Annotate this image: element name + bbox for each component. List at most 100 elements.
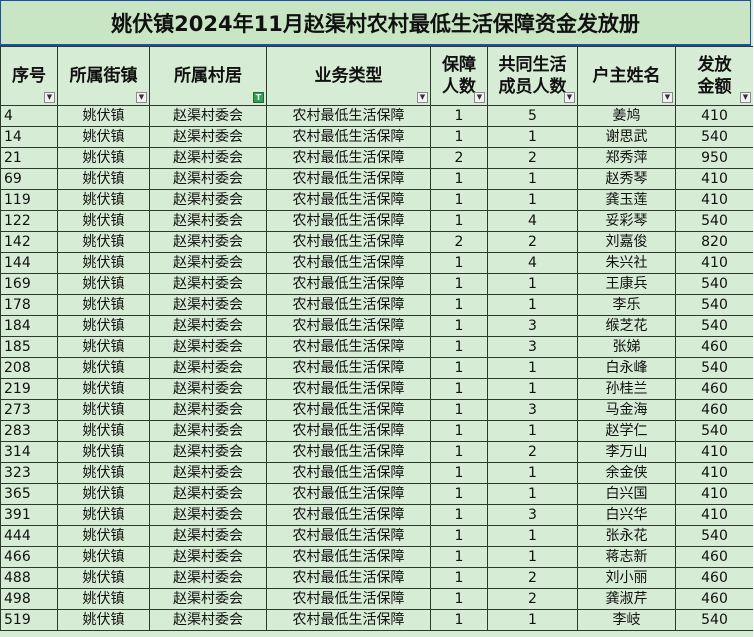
cell-household-members[interactable]: 3 <box>487 315 578 337</box>
cell-town[interactable]: 姚伏镇 <box>57 399 150 421</box>
cell-household-members[interactable]: 1 <box>487 525 578 547</box>
cell-protected-count[interactable]: 1 <box>430 483 488 505</box>
cell-head-name[interactable]: 赵学仁 <box>577 420 676 442</box>
cell-amount[interactable]: 410 <box>675 441 753 463</box>
cell-business-type[interactable]: 农村最低生活保障 <box>266 189 431 211</box>
cell-business-type[interactable]: 农村最低生活保障 <box>266 420 431 442</box>
cell-business-type[interactable]: 农村最低生活保障 <box>266 315 431 337</box>
cell-village[interactable]: 赵渠村委会 <box>149 462 267 484</box>
cell-amount[interactable]: 410 <box>675 168 753 190</box>
cell-village[interactable]: 赵渠村委会 <box>149 525 267 547</box>
cell-village[interactable]: 赵渠村委会 <box>149 399 267 421</box>
cell-amount[interactable]: 540 <box>675 357 753 379</box>
cell-amount[interactable]: 950 <box>675 147 753 169</box>
cell-head-name[interactable]: 白永峰 <box>577 357 676 379</box>
cell-head-name[interactable]: 缑芝花 <box>577 315 676 337</box>
cell-head-name[interactable]: 余金侠 <box>577 462 676 484</box>
cell-protected-count[interactable]: 1 <box>430 420 488 442</box>
cell-town[interactable]: 姚伏镇 <box>57 147 150 169</box>
cell-head-name[interactable]: 谢思武 <box>577 126 676 148</box>
cell-head-name[interactable]: 刘嘉俊 <box>577 231 676 253</box>
cell-head-name[interactable]: 李万山 <box>577 441 676 463</box>
cell-household-members[interactable]: 2 <box>487 231 578 253</box>
cell-head-name[interactable]: 妥彩琴 <box>577 210 676 232</box>
cell-business-type[interactable]: 农村最低生活保障 <box>266 147 431 169</box>
cell-amount[interactable]: 540 <box>675 609 753 631</box>
cell-town[interactable]: 姚伏镇 <box>57 210 150 232</box>
cell-head-name[interactable]: 姜鸠 <box>577 105 676 127</box>
cell-index[interactable]: 273 <box>0 399 58 421</box>
cell-amount[interactable]: 540 <box>675 420 753 442</box>
cell-protected-count[interactable]: 1 <box>430 357 488 379</box>
cell-town[interactable]: 姚伏镇 <box>57 189 150 211</box>
cell-head-name[interactable]: 孙桂兰 <box>577 378 676 400</box>
cell-amount[interactable]: 540 <box>675 126 753 148</box>
cell-index[interactable]: 208 <box>0 357 58 379</box>
cell-head-name[interactable]: 郑秀萍 <box>577 147 676 169</box>
cell-village[interactable]: 赵渠村委会 <box>149 441 267 463</box>
cell-village[interactable]: 赵渠村委会 <box>149 294 267 316</box>
cell-household-members[interactable]: 4 <box>487 252 578 274</box>
cell-business-type[interactable]: 农村最低生活保障 <box>266 105 431 127</box>
cell-head-name[interactable]: 龚玉莲 <box>577 189 676 211</box>
cell-town[interactable]: 姚伏镇 <box>57 126 150 148</box>
cell-amount[interactable]: 460 <box>675 378 753 400</box>
cell-business-type[interactable]: 农村最低生活保障 <box>266 525 431 547</box>
cell-business-type[interactable]: 农村最低生活保障 <box>266 252 431 274</box>
cell-household-members[interactable]: 2 <box>487 588 578 610</box>
cell-household-members[interactable]: 5 <box>487 105 578 127</box>
cell-protected-count[interactable]: 1 <box>430 336 488 358</box>
cell-index[interactable]: 178 <box>0 294 58 316</box>
cell-protected-count[interactable]: 1 <box>430 441 488 463</box>
cell-amount[interactable]: 410 <box>675 462 753 484</box>
cell-head-name[interactable]: 赵秀琴 <box>577 168 676 190</box>
cell-household-members[interactable]: 1 <box>487 294 578 316</box>
cell-village[interactable]: 赵渠村委会 <box>149 567 267 589</box>
cell-village[interactable]: 赵渠村委会 <box>149 189 267 211</box>
cell-protected-count[interactable]: 1 <box>430 252 488 274</box>
cell-town[interactable]: 姚伏镇 <box>57 105 150 127</box>
cell-household-members[interactable]: 3 <box>487 399 578 421</box>
cell-town[interactable]: 姚伏镇 <box>57 294 150 316</box>
cell-protected-count[interactable]: 2 <box>430 231 488 253</box>
cell-village[interactable]: 赵渠村委会 <box>149 546 267 568</box>
cell-business-type[interactable]: 农村最低生活保障 <box>266 126 431 148</box>
cell-town[interactable]: 姚伏镇 <box>57 504 150 526</box>
cell-business-type[interactable]: 农村最低生活保障 <box>266 378 431 400</box>
cell-amount[interactable]: 540 <box>675 294 753 316</box>
cell-head-name[interactable]: 李乐 <box>577 294 676 316</box>
cell-household-members[interactable]: 1 <box>487 420 578 442</box>
cell-index[interactable]: 365 <box>0 483 58 505</box>
cell-town[interactable]: 姚伏镇 <box>57 483 150 505</box>
cell-protected-count[interactable]: 1 <box>430 567 488 589</box>
cell-household-members[interactable]: 1 <box>487 357 578 379</box>
cell-business-type[interactable]: 农村最低生活保障 <box>266 567 431 589</box>
cell-business-type[interactable]: 农村最低生活保障 <box>266 231 431 253</box>
cell-household-members[interactable]: 1 <box>487 483 578 505</box>
cell-amount[interactable]: 820 <box>675 231 753 253</box>
cell-town[interactable]: 姚伏镇 <box>57 231 150 253</box>
cell-protected-count[interactable]: 1 <box>430 462 488 484</box>
cell-amount[interactable]: 460 <box>675 567 753 589</box>
cell-village[interactable]: 赵渠村委会 <box>149 252 267 274</box>
cell-village[interactable]: 赵渠村委会 <box>149 420 267 442</box>
cell-protected-count[interactable]: 1 <box>430 588 488 610</box>
cell-household-members[interactable]: 1 <box>487 378 578 400</box>
chevron-down-icon[interactable]: ▼ <box>44 92 55 103</box>
cell-business-type[interactable]: 农村最低生活保障 <box>266 357 431 379</box>
cell-head-name[interactable]: 王康兵 <box>577 273 676 295</box>
cell-village[interactable]: 赵渠村委会 <box>149 504 267 526</box>
cell-town[interactable]: 姚伏镇 <box>57 336 150 358</box>
cell-index[interactable]: 498 <box>0 588 58 610</box>
cell-household-members[interactable]: 3 <box>487 504 578 526</box>
cell-index[interactable]: 184 <box>0 315 58 337</box>
cell-village[interactable]: 赵渠村委会 <box>149 168 267 190</box>
chevron-down-icon[interactable]: ▼ <box>662 92 673 103</box>
cell-village[interactable]: 赵渠村委会 <box>149 126 267 148</box>
cell-index[interactable]: 466 <box>0 546 58 568</box>
cell-head-name[interactable]: 龚淑芹 <box>577 588 676 610</box>
chevron-down-icon[interactable]: ▼ <box>564 92 575 103</box>
cell-household-members[interactable]: 1 <box>487 273 578 295</box>
cell-household-members[interactable]: 1 <box>487 609 578 631</box>
cell-town[interactable]: 姚伏镇 <box>57 168 150 190</box>
